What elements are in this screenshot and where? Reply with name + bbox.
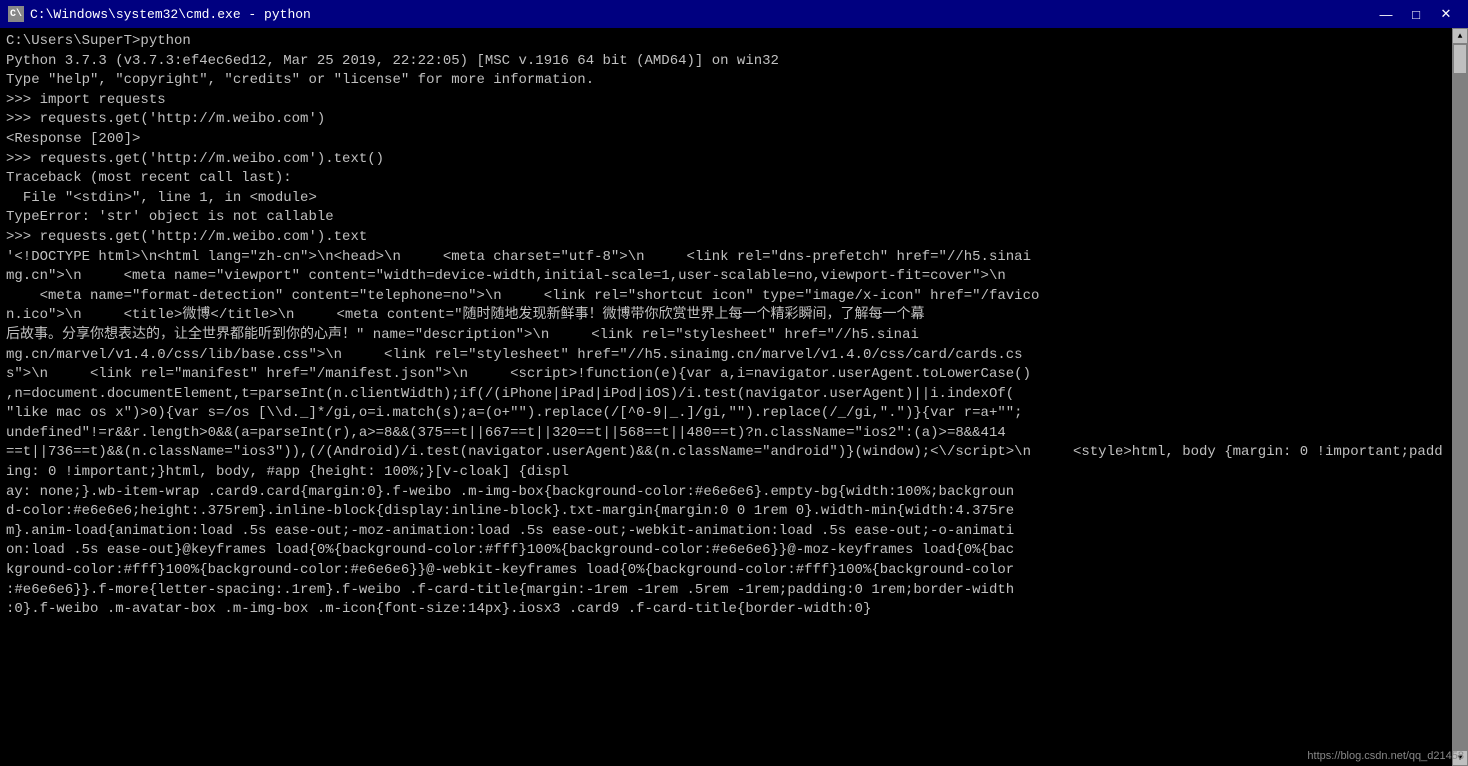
- scroll-track[interactable]: [1452, 44, 1468, 750]
- window: C\ C:\Windows\system32\cmd.exe - python …: [0, 0, 1468, 766]
- title-bar-controls: — □ ✕: [1372, 3, 1460, 25]
- scroll-thumb[interactable]: [1453, 44, 1467, 74]
- cmd-icon: C\: [8, 6, 24, 22]
- minimize-button[interactable]: —: [1372, 3, 1400, 25]
- console-content[interactable]: C:\Users\SuperT>python Python 3.7.3 (v3.…: [0, 28, 1452, 766]
- close-button[interactable]: ✕: [1432, 3, 1460, 25]
- window-title: C:\Windows\system32\cmd.exe - python: [30, 7, 311, 22]
- maximize-button[interactable]: □: [1402, 3, 1430, 25]
- watermark: https://blog.csdn.net/qq_d21458: [1307, 750, 1464, 762]
- scrollbar[interactable]: ▲ ▼: [1452, 28, 1468, 766]
- title-bar: C\ C:\Windows\system32\cmd.exe - python …: [0, 0, 1468, 28]
- console-wrapper: C:\Users\SuperT>python Python 3.7.3 (v3.…: [0, 28, 1468, 766]
- title-bar-left: C\ C:\Windows\system32\cmd.exe - python: [8, 6, 311, 22]
- scroll-up-button[interactable]: ▲: [1452, 28, 1468, 44]
